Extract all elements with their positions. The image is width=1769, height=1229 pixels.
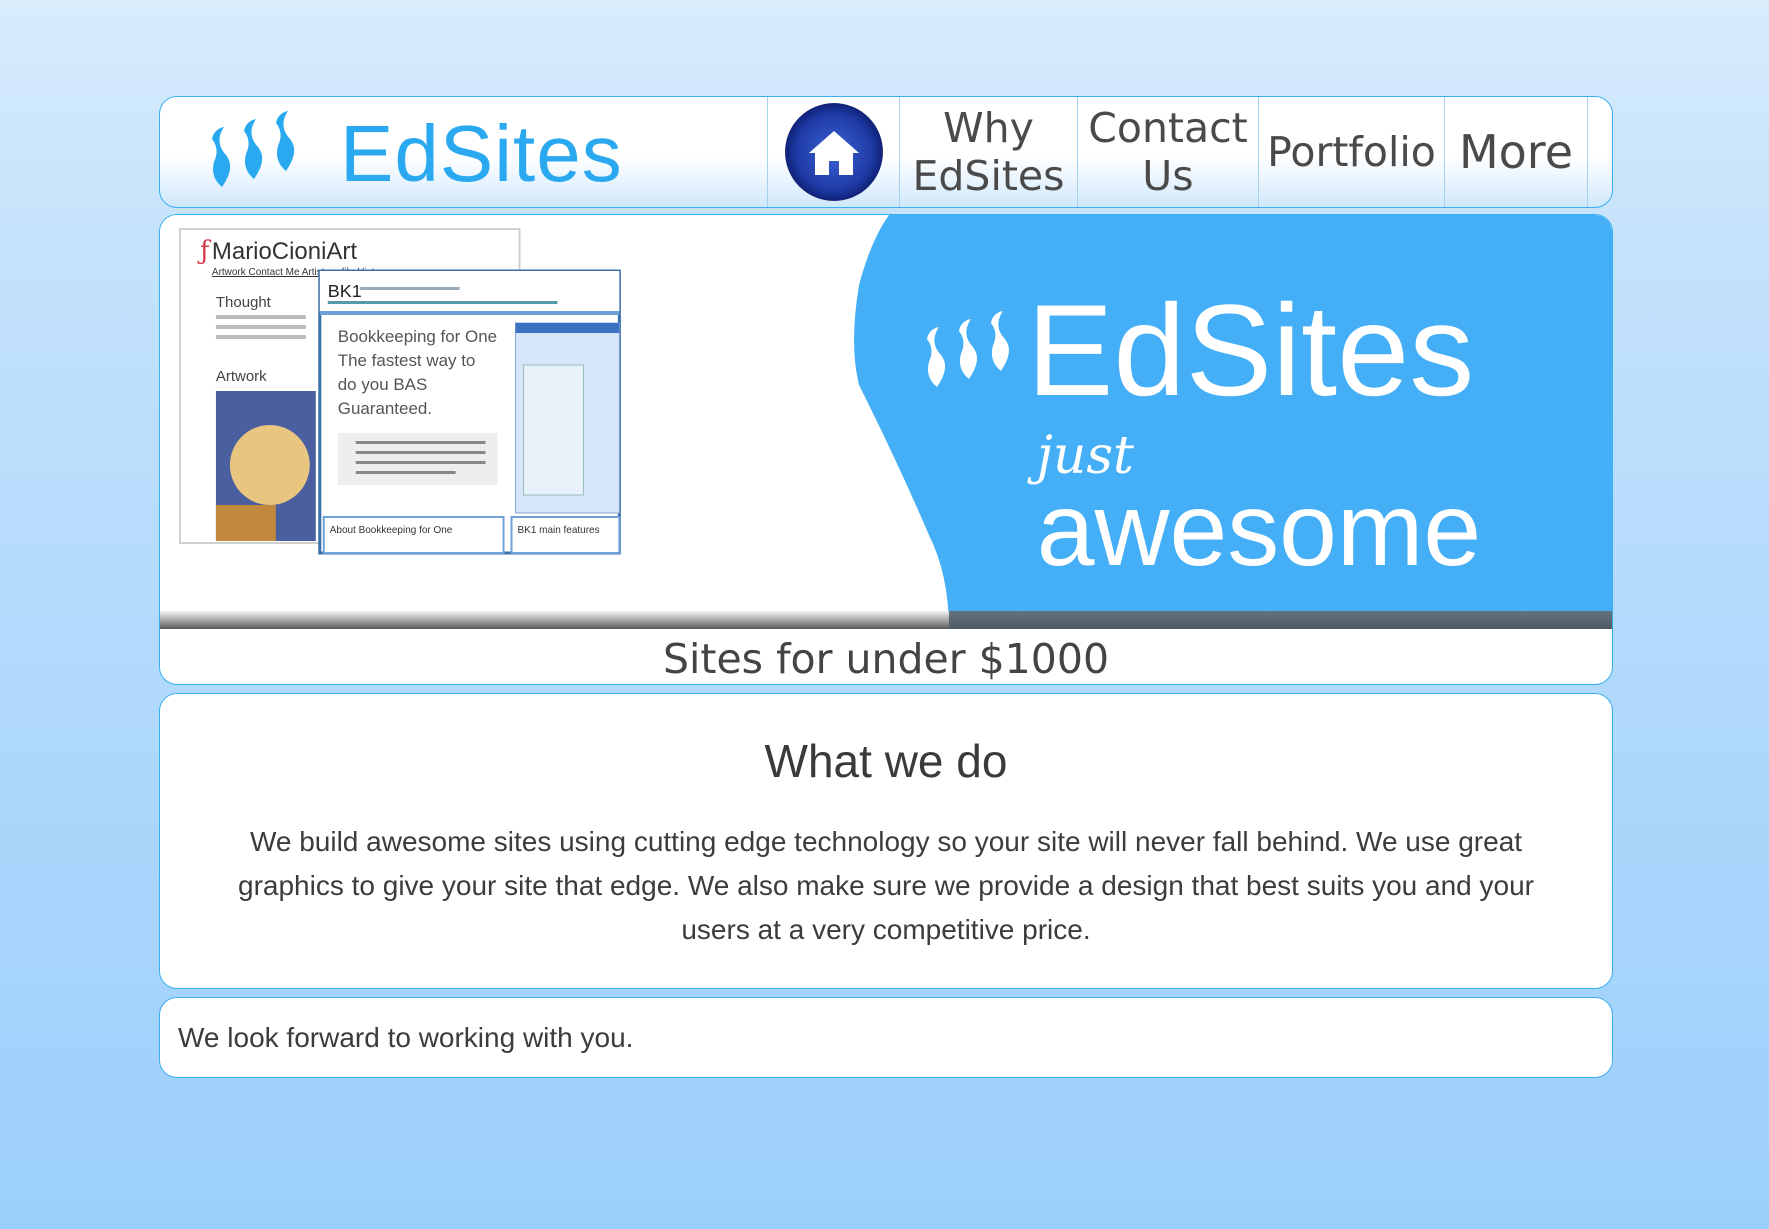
main-nav: Why EdSites Contact Us Portfolio More	[768, 97, 1612, 207]
edsites-logo-icon	[212, 111, 295, 187]
closing-section: We look forward to working with you.	[159, 997, 1613, 1078]
nav-why-edsites[interactable]: Why EdSites	[900, 97, 1078, 207]
site-header: EdSites Why EdSites Contact Us Portfolio M…	[159, 96, 1613, 208]
hero-tagline-big: awesome	[1037, 472, 1481, 588]
nav-why-line1: Why	[943, 103, 1034, 152]
nav-home[interactable]	[768, 97, 900, 207]
hero-brand-text: EdSites	[1027, 277, 1474, 423]
hero-banner: MarioCioniArt Artwork Contact Me Artist …	[159, 214, 1613, 685]
nav-contact-line2: Us	[1142, 152, 1194, 200]
nav-portfolio-label: Portfolio	[1267, 127, 1436, 176]
screenshot-front-logo: BK1	[328, 281, 362, 301]
nav-more[interactable]: More	[1445, 97, 1588, 207]
section-body: We build awesome sites using cutting edg…	[238, 826, 1534, 945]
section-title: What we do	[764, 735, 1008, 787]
closing-text: We look forward to working with you.	[178, 1021, 634, 1053]
screenshot-front-line1: Bookkeeping for One	[338, 327, 497, 346]
screenshot-front-line4: Guaranteed.	[338, 399, 432, 418]
nav-portfolio[interactable]: Portfolio	[1259, 97, 1445, 207]
hero-image: MarioCioniArt Artwork Contact Me Artist …	[160, 215, 1612, 629]
screenshot-front-section2: BK1 main features	[518, 525, 600, 536]
what-we-do-section: What we do We build awesome sites using …	[159, 693, 1613, 989]
portfolio-screenshot-front: BK1 Bookkeeping for One The fastest way …	[318, 269, 621, 555]
site-logo[interactable]: EdSites	[160, 97, 768, 207]
screenshot-back-heading2: Artwork	[216, 368, 267, 385]
nav-why-line2: EdSites	[912, 152, 1065, 200]
screenshot-front-section1: About Bookkeeping for One	[330, 525, 453, 536]
page-container: EdSites Why EdSites Contact Us Portfolio M…	[159, 96, 1613, 1078]
nav-more-label: More	[1458, 124, 1574, 179]
screenshot-back-heading1: Thought	[216, 294, 272, 311]
screenshot-back-title: MarioCioniArt	[212, 238, 357, 265]
home-icon[interactable]	[784, 103, 883, 201]
nav-contact-line1: Contact	[1088, 103, 1248, 152]
nav-contact-us[interactable]: Contact Us	[1078, 97, 1259, 207]
screenshot-front-line3: do you BAS	[338, 375, 428, 394]
hero-caption: Sites for under $1000	[662, 635, 1110, 683]
logo-text: EdSites	[340, 109, 623, 198]
screenshot-front-line2: The fastest way to	[338, 351, 476, 370]
